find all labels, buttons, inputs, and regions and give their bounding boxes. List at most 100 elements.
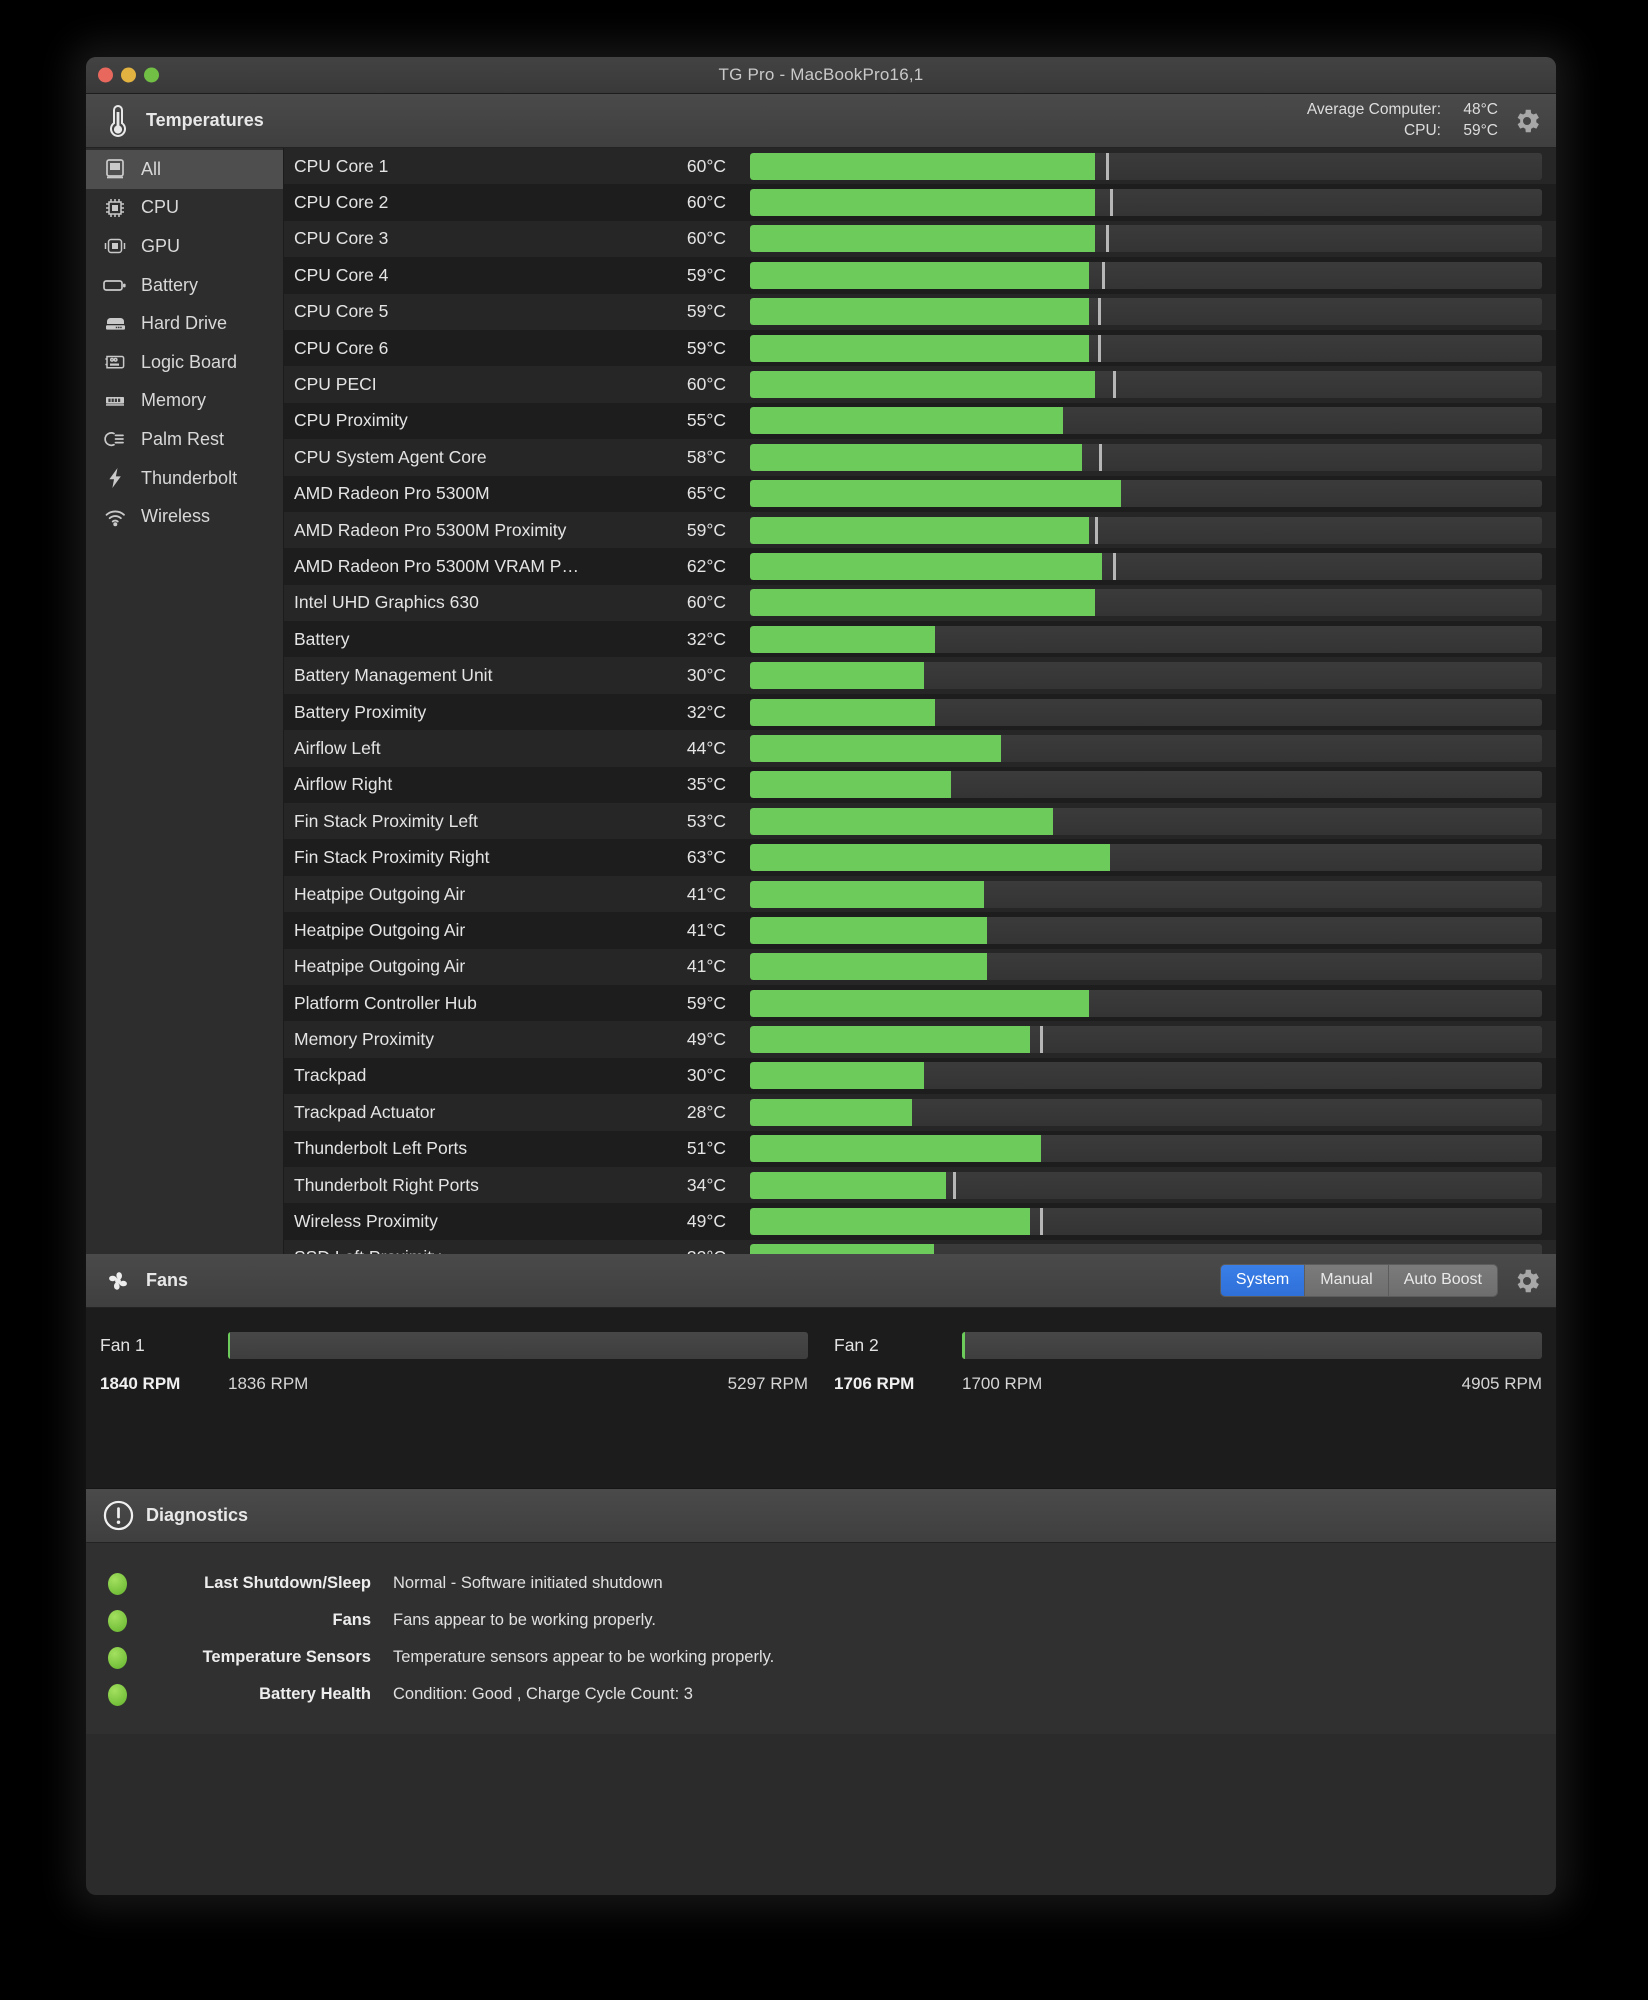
desktop-background: TG Pro - MacBookPro16,1 Temperatures Ave… (0, 0, 1648, 2000)
fan-control-2: Fan 21706 RPM1700 RPM4905 RPM (818, 1332, 1542, 1394)
temperature-row[interactable]: Airflow Right35°C (284, 767, 1556, 803)
temperature-row[interactable]: Platform Controller Hub59°C (284, 985, 1556, 1021)
fan-mode-manual-button[interactable]: Manual (1305, 1265, 1388, 1296)
temperature-row[interactable]: Memory Proximity49°C (284, 1021, 1556, 1057)
sidebar-item-palm-rest[interactable]: Palm Rest (86, 420, 283, 459)
sidebar-item-label: GPU (141, 236, 180, 257)
sensor-peak-marker (1113, 553, 1116, 580)
temperature-row[interactable]: Fin Stack Proximity Left53°C (284, 803, 1556, 839)
sidebar-item-thunderbolt[interactable]: Thunderbolt (86, 459, 283, 498)
sensor-bar-track (750, 881, 1542, 908)
temperature-row[interactable]: AMD Radeon Pro 5300M65°C (284, 476, 1556, 512)
sidebar-item-label: Palm Rest (141, 429, 224, 450)
sensor-value: 58°C (644, 447, 726, 468)
temperature-row[interactable]: CPU Core 659°C (284, 330, 1556, 366)
temperature-row[interactable]: Heatpipe Outgoing Air41°C (284, 876, 1556, 912)
temperature-row[interactable]: Trackpad Actuator28°C (284, 1094, 1556, 1130)
temperature-row[interactable]: Airflow Left44°C (284, 730, 1556, 766)
sensor-bar-track (750, 808, 1542, 835)
sensor-bar-track (750, 1172, 1542, 1199)
temperature-row[interactable]: AMD Radeon Pro 5300M Proximity59°C (284, 512, 1556, 548)
sensor-bar-fill (750, 298, 1089, 325)
temperature-row[interactable]: Heatpipe Outgoing Air41°C (284, 949, 1556, 985)
temperature-row[interactable]: CPU Core 360°C (284, 221, 1556, 257)
fan-speed-slider[interactable] (962, 1332, 1542, 1359)
sidebar-item-hard-drive[interactable]: Hard Drive (86, 304, 283, 343)
temperature-row[interactable]: Battery Proximity32°C (284, 694, 1556, 730)
sensor-value: 60°C (644, 592, 726, 613)
sensor-bar-fill (750, 444, 1082, 471)
temperature-row[interactable]: CPU PECI60°C (284, 366, 1556, 402)
temperature-row[interactable]: Trackpad30°C (284, 1058, 1556, 1094)
sensor-bar-fill (750, 808, 1053, 835)
temperature-row[interactable]: SSD Left Proximity32°C (284, 1240, 1556, 1254)
fan-mode-segmented-control[interactable]: SystemManualAuto Boost (1220, 1264, 1498, 1297)
sensor-value: 60°C (644, 228, 726, 249)
sensor-peak-marker (1110, 189, 1113, 216)
minimize-button[interactable] (121, 68, 136, 83)
sensor-bar-fill (750, 735, 1001, 762)
temperature-row[interactable]: CPU Core 459°C (284, 257, 1556, 293)
sensor-name: Memory Proximity (294, 1029, 644, 1050)
fans-settings-gear-icon[interactable] (1512, 1266, 1542, 1296)
hand-icon (100, 426, 130, 452)
sidebar-item-memory[interactable]: Memory (86, 382, 283, 421)
temperature-row[interactable]: Thunderbolt Right Ports34°C (284, 1167, 1556, 1203)
zoom-button[interactable] (144, 68, 159, 83)
temperature-row[interactable]: CPU Core 160°C (284, 148, 1556, 184)
fan-icon (102, 1266, 134, 1296)
diagnostics-section-header: Diagnostics (86, 1489, 1556, 1543)
sensor-value: 59°C (644, 520, 726, 541)
sidebar-item-logic-board[interactable]: Logic Board (86, 343, 283, 382)
sensor-bar-track (750, 735, 1542, 762)
temperatures-title: Temperatures (146, 110, 264, 131)
temperature-row[interactable]: Thunderbolt Left Ports51°C (284, 1131, 1556, 1167)
sidebar-item-wireless[interactable]: Wireless (86, 497, 283, 536)
fan-range: 1700 RPM4905 RPM (962, 1374, 1542, 1394)
sensor-name: Battery Management Unit (294, 665, 644, 686)
temperature-row[interactable]: Battery32°C (284, 621, 1556, 657)
temperature-row[interactable]: CPU System Agent Core58°C (284, 439, 1556, 475)
temperature-row[interactable]: AMD Radeon Pro 5300M VRAM P…62°C (284, 548, 1556, 584)
sensor-value: 60°C (644, 374, 726, 395)
fans-title: Fans (146, 1270, 188, 1291)
sensor-name: CPU Core 3 (294, 228, 644, 249)
close-button[interactable] (98, 68, 113, 83)
temperature-row[interactable]: Heatpipe Outgoing Air41°C (284, 912, 1556, 948)
fan-mode-auto-boost-button[interactable]: Auto Boost (1389, 1265, 1497, 1296)
diagnostics-body: Last Shutdown/SleepNormal - Software ini… (86, 1543, 1556, 1734)
sensor-bar-fill (750, 1208, 1030, 1235)
sidebar-item-all[interactable]: All (86, 150, 283, 189)
sidebar-item-cpu[interactable]: CPU (86, 189, 283, 228)
temperature-row[interactable]: Fin Stack Proximity Right63°C (284, 839, 1556, 875)
sensor-name: Airflow Right (294, 774, 644, 795)
sensor-bar-track (750, 699, 1542, 726)
fan-readout-row: 1840 RPM1836 RPM5297 RPM (100, 1374, 808, 1394)
sensor-name: Platform Controller Hub (294, 993, 644, 1014)
diagnostic-value: Normal - Software initiated shutdown (393, 1574, 663, 1593)
temperature-row[interactable]: CPU Proximity55°C (284, 403, 1556, 439)
sensor-value: 49°C (644, 1211, 726, 1232)
sensor-peak-marker (953, 1172, 956, 1199)
temperatures-settings-gear-icon[interactable] (1512, 106, 1542, 136)
sensor-name: Intel UHD Graphics 630 (294, 592, 644, 613)
sensor-name: CPU Core 5 (294, 301, 644, 322)
sensor-bar-fill (750, 407, 1063, 434)
sensor-bar-track (750, 589, 1542, 616)
temperature-row[interactable]: CPU Core 260°C (284, 184, 1556, 220)
fan-speed-fill (228, 1332, 230, 1359)
temperature-row[interactable]: Battery Management Unit30°C (284, 657, 1556, 693)
sidebar-item-battery[interactable]: Battery (86, 266, 283, 305)
temperature-row[interactable]: Wireless Proximity49°C (284, 1203, 1556, 1239)
fan-current-rpm: 1840 RPM (100, 1374, 228, 1394)
sidebar-item-label: Wireless (141, 506, 210, 527)
fan-mode-system-button[interactable]: System (1221, 1265, 1305, 1296)
sensor-bar-fill (750, 517, 1089, 544)
temperature-row[interactable]: CPU Core 559°C (284, 294, 1556, 330)
fan-range: 1836 RPM5297 RPM (228, 1374, 808, 1394)
sensor-value: 65°C (644, 483, 726, 504)
temperature-list[interactable]: CPU Core 160°CCPU Core 260°CCPU Core 360… (284, 148, 1556, 1254)
temperature-row[interactable]: Intel UHD Graphics 63060°C (284, 585, 1556, 621)
fan-speed-slider[interactable] (228, 1332, 808, 1359)
sidebar-item-gpu[interactable]: GPU (86, 227, 283, 266)
